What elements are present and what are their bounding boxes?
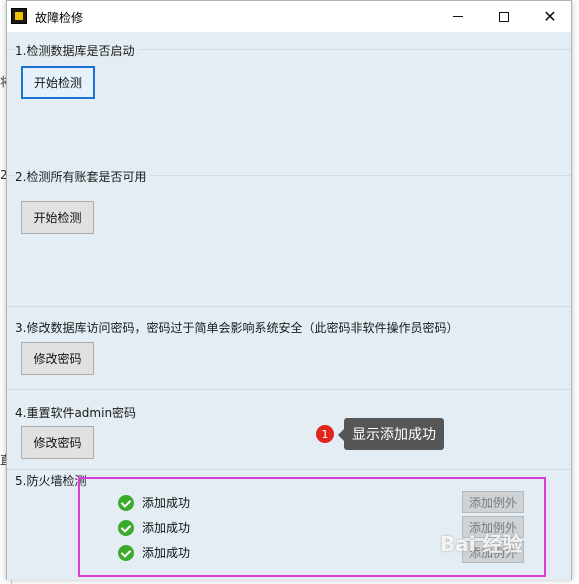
section-divider bbox=[7, 469, 571, 470]
change-password-button[interactable]: 修改密码 bbox=[21, 426, 94, 459]
title-bar[interactable]: 故障检修 ✕ bbox=[7, 1, 571, 32]
app-icon bbox=[11, 8, 27, 24]
section-title: 5.防火墙检测 bbox=[15, 474, 87, 488]
minimize-icon bbox=[453, 16, 463, 17]
highlight-box bbox=[78, 477, 546, 577]
section-divider bbox=[7, 306, 571, 307]
start-check-button[interactable]: 开始检测 bbox=[21, 66, 95, 99]
maximize-button[interactable] bbox=[481, 1, 527, 32]
minimize-button[interactable] bbox=[435, 1, 481, 32]
section-title: 2.检测所有账套是否可用 bbox=[15, 168, 151, 185]
step-annotation: 1 显示添加成功 bbox=[316, 418, 444, 450]
close-icon: ✕ bbox=[543, 7, 557, 26]
maximize-icon bbox=[499, 11, 509, 22]
section-title: 1.检测数据库是否启动 bbox=[15, 42, 139, 59]
start-check-button[interactable]: 开始检测 bbox=[21, 201, 94, 234]
watermark: Bai 经验 bbox=[440, 532, 523, 556]
section-divider bbox=[7, 389, 571, 390]
step-number-badge: 1 bbox=[316, 425, 334, 443]
section-title: 4.重置软件admin密码 bbox=[15, 406, 137, 420]
annotation-callout: 显示添加成功 bbox=[338, 418, 444, 450]
section-title: 3.修改数据库访问密码，密码过于简单会影响系统安全（此密码非软件操作员密码） bbox=[15, 321, 459, 335]
close-button[interactable]: ✕ bbox=[527, 1, 573, 32]
change-password-button[interactable]: 修改密码 bbox=[21, 342, 94, 375]
window-title: 故障检修 bbox=[35, 11, 84, 25]
